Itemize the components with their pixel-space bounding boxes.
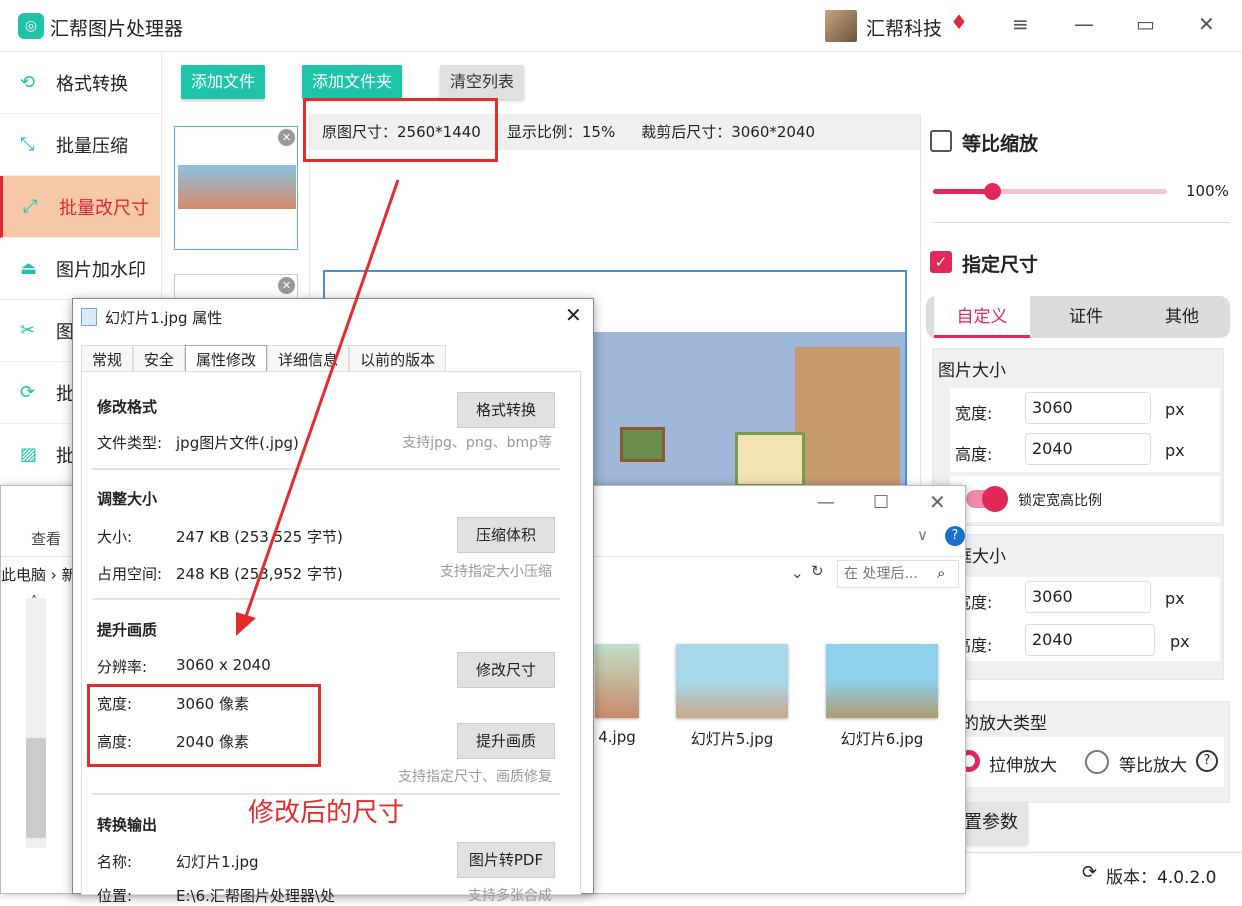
annotation-arrow: [236, 179, 400, 636]
